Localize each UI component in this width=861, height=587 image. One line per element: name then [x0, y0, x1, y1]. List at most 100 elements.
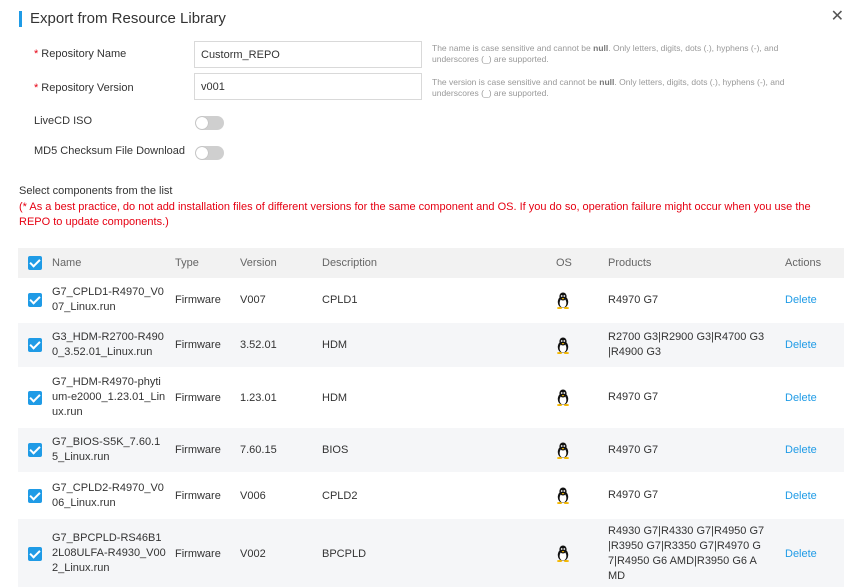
cell-products: R2700 G3|R2900 G3|R4700 G3 |R4900 G3 — [608, 331, 765, 358]
cell-description: BIOS — [322, 444, 349, 456]
livecd-label: LiveCD ISO — [34, 115, 93, 127]
cell-version: 7.60.15 — [240, 444, 277, 456]
livecd-toggle[interactable] — [195, 116, 224, 130]
col-type[interactable]: Type — [170, 257, 236, 269]
row-check-cell — [18, 293, 46, 307]
cell-type: Firmware — [175, 547, 221, 560]
col-os[interactable]: OS — [538, 257, 608, 269]
repo-version-label: * Repository Version — [34, 82, 134, 94]
cell-name: G7_CPLD2-R4970_V0 06_Linux.run — [52, 481, 164, 509]
col-actions: Actions — [785, 257, 822, 269]
col-version[interactable]: Version — [236, 257, 318, 269]
table-row[interactable]: G3_HDM-R2700-R490 0_3.52.01_Linux.run Firm… — [18, 323, 844, 368]
row-checkbox[interactable] — [28, 390, 42, 405]
cell-type: Firmware — [175, 444, 221, 456]
title-accent-bar — [19, 10, 22, 27]
cell-description: HDM — [322, 391, 348, 404]
row-check-cell — [18, 390, 46, 405]
cell-type: Firmware — [175, 339, 221, 351]
cell-type: Firmware — [175, 391, 221, 404]
row-checkbox[interactable] — [28, 546, 42, 561]
cell-name: G7_HDM-R4970-phyti um-e2000_1.23.01_Lin ux… — [52, 376, 166, 418]
cell-description: BPCPLD — [322, 547, 367, 560]
cell-actions: Delete — [773, 294, 843, 306]
cell-os — [538, 389, 608, 406]
dialog-title: Export from Resource Library — [30, 10, 226, 27]
cell-products: R4970 G7 — [608, 391, 659, 403]
table-row[interactable]: G7_BIOS-S5K_7.60.1 5_Linux.run Firmware 7.6… — [18, 428, 844, 473]
cell-version: 3.52.01 — [240, 339, 277, 351]
row-checkbox[interactable] — [28, 338, 42, 352]
cell-version: V002 — [240, 547, 266, 560]
cell-type: Firmware — [175, 489, 221, 502]
row-check-cell — [18, 338, 46, 352]
cell-os — [538, 442, 608, 459]
cell-actions: Delete — [773, 339, 843, 351]
linux-icon — [556, 337, 608, 354]
cell-os — [538, 337, 608, 354]
linux-icon — [556, 545, 608, 562]
table-header: Name Type Version Description OS Product… — [18, 248, 844, 278]
delete-link[interactable]: Delete — [785, 490, 817, 502]
repo-version-row: * Repository Version — [34, 82, 194, 94]
components-table: Name Type Version Description OS Product… — [18, 248, 844, 587]
cell-actions: Delete — [773, 444, 843, 456]
repo-version-hint: The version is case sensitive and cannot… — [432, 77, 785, 98]
delete-link[interactable]: Delete — [785, 392, 817, 404]
dialog-title-bar: Export from Resource Library — [19, 10, 226, 27]
cell-actions: Delete — [773, 392, 843, 404]
toggle-knob — [196, 147, 208, 159]
delete-link[interactable]: Delete — [785, 444, 817, 456]
col-description[interactable]: Description — [318, 257, 538, 269]
required-mark: * — [34, 82, 39, 94]
repo-name-input[interactable] — [194, 41, 422, 68]
select-all-cell — [18, 256, 46, 270]
delete-link[interactable]: Delete — [785, 339, 817, 351]
cell-name: G7_BPCPLD-RS46B1 2L08ULFA-R4930_V00 2_Linu… — [52, 532, 166, 574]
table-row[interactable]: G7_HDM-R4970-phyti um-e2000_1.23.01_Lin ux… — [18, 368, 844, 428]
cell-products: R4970 G7 — [608, 443, 659, 456]
close-icon[interactable]: ✕ — [831, 9, 844, 25]
table-row[interactable]: G7_CPLD1-R4970_V0 07_Linux.run Firmware V00… — [18, 278, 844, 323]
cell-version: 1.23.01 — [240, 391, 277, 404]
table-body: G7_CPLD1-R4970_V0 07_Linux.run Firmware V00… — [18, 278, 844, 587]
livecd-row: LiveCD ISO — [34, 115, 194, 127]
cell-actions: Delete — [773, 490, 843, 502]
md5-label: MD5 Checksum File Download — [34, 145, 185, 157]
col-name[interactable]: Name — [46, 256, 170, 271]
md5-toggle[interactable] — [195, 146, 224, 160]
linux-icon — [556, 487, 608, 504]
cell-description: HDM — [322, 339, 348, 351]
linux-icon — [556, 292, 608, 309]
required-mark: * — [34, 48, 39, 60]
cell-description: CPLD2 — [322, 489, 358, 502]
cell-version: V006 — [240, 489, 266, 502]
cell-type: Firmware — [175, 294, 221, 306]
table-row[interactable]: G7_BPCPLD-RS46B1 2L08ULFA-R4930_V00 2_Linu… — [18, 519, 844, 587]
row-checkbox[interactable] — [28, 488, 42, 503]
row-checkbox[interactable] — [28, 443, 42, 457]
cell-name: G7_CPLD1-R4970_V0 07_Linux.run — [52, 286, 164, 313]
components-warning: (* As a best practice, do not add instal… — [19, 201, 811, 228]
delete-link[interactable]: Delete — [785, 548, 817, 560]
row-check-cell — [18, 443, 46, 457]
cell-version: V007 — [240, 294, 266, 306]
cell-name: G3_HDM-R2700-R490 0_3.52.01_Linux.run — [52, 331, 164, 358]
toggle-knob — [196, 117, 208, 129]
repo-name-label: * Repository Name — [34, 48, 127, 60]
select-all-checkbox[interactable] — [28, 256, 42, 270]
cell-actions: Delete — [773, 548, 843, 560]
cell-name: G7_BIOS-S5K_7.60.1 5_Linux.run — [52, 436, 161, 463]
cell-os — [538, 545, 608, 562]
cell-os — [538, 292, 608, 309]
cell-products: R4970 G7 — [608, 489, 659, 501]
table-row[interactable]: G7_CPLD2-R4970_V0 06_Linux.run Firmware V00… — [18, 473, 844, 519]
cell-os — [538, 487, 608, 504]
repo-name-hint: The name is case sensitive and cannot be… — [432, 43, 779, 64]
row-checkbox[interactable] — [28, 293, 42, 307]
repo-version-input[interactable] — [194, 73, 422, 100]
col-products[interactable]: Products — [608, 256, 773, 271]
cell-products: R4930 G7|R4330 G7|R4950 G7 |R3950 G7|R335… — [608, 524, 765, 582]
delete-link[interactable]: Delete — [785, 294, 817, 306]
row-check-cell — [18, 488, 46, 503]
